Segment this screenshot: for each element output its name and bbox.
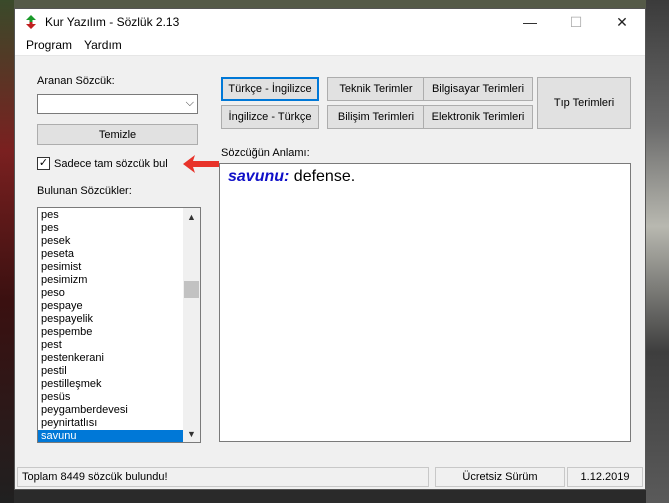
annotation-arrow-icon — [183, 155, 219, 173]
scroll-down-icon[interactable]: ▼ — [183, 425, 200, 442]
minimize-button[interactable]: — — [507, 9, 553, 35]
title-bar[interactable]: Kur Yazılım - Sözlük 2.13 — ☐ ✕ — [15, 9, 645, 35]
list-item[interactable]: pest — [38, 339, 183, 352]
list-item[interactable]: peygamberdevesi — [38, 404, 183, 417]
list-item[interactable]: peso — [38, 287, 183, 300]
tab-elektronik-terimleri[interactable]: Elektronik Terimleri — [423, 105, 533, 129]
search-combobox[interactable]: ⌵ — [37, 94, 198, 114]
scroll-thumb[interactable] — [184, 281, 199, 298]
tab-turkce-ingilizce[interactable]: Türkçe - İngilizce — [221, 77, 319, 101]
tab-tip-terimleri[interactable]: Tıp Terimleri — [537, 77, 631, 129]
found-words-label: Bulunan Sözcükler: — [37, 185, 132, 197]
found-words-list[interactable]: pes pes pesek peseta pesimist pesimizm peso pes… — [37, 207, 201, 443]
list-item[interactable]: pesüs — [38, 391, 183, 404]
menu-program[interactable]: Program — [20, 38, 78, 52]
status-message: Toplam 8449 sözcük bulundu! — [17, 467, 429, 487]
meaning-definition: defense. — [289, 168, 356, 185]
status-edition: Ücretsiz Sürüm — [435, 467, 565, 487]
tab-teknik-terimler[interactable]: Teknik Terimler — [327, 77, 425, 101]
exact-match-row[interactable]: ✓ Sadece tam sözcük bul — [37, 157, 168, 170]
tab-bilisim-terimleri[interactable]: Bilişim Terimleri — [327, 105, 425, 129]
list-item[interactable]: pesimist — [38, 261, 183, 274]
status-date: 1.12.2019 — [567, 467, 643, 487]
app-logo-icon — [26, 15, 36, 29]
checkmark-icon: ✓ — [38, 157, 49, 169]
found-words-items: pes pes pesek peseta pesimist pesimizm peso pes… — [38, 209, 183, 442]
list-item[interactable]: savunu — [38, 430, 183, 442]
desktop-background — [0, 0, 669, 8]
meaning-panel[interactable]: savunu: defense. — [219, 163, 631, 442]
list-item[interactable]: pestil — [38, 365, 183, 378]
app-window: Kur Yazılım - Sözlük 2.13 — ☐ ✕ Program … — [14, 8, 646, 490]
list-item[interactable]: peseta — [38, 248, 183, 261]
exact-match-label[interactable]: Sadece tam sözcük bul — [54, 158, 168, 170]
list-item[interactable]: pestilleşmek — [38, 378, 183, 391]
list-item[interactable]: peynirtatlısı — [38, 417, 183, 430]
list-item[interactable]: pespaye — [38, 300, 183, 313]
scroll-up-icon[interactable]: ▲ — [183, 208, 200, 225]
chevron-down-icon[interactable]: ⌵ — [186, 97, 194, 110]
meaning-word: savunu: — [228, 168, 290, 185]
tab-bilgisayar-terimleri[interactable]: Bilgisayar Terimleri — [423, 77, 533, 101]
list-item[interactable]: pesimizm — [38, 274, 183, 287]
menu-bar: Program Yardım — [15, 35, 645, 56]
list-scrollbar[interactable]: ▲ ▼ — [183, 208, 200, 442]
search-label: Aranan Sözcük: — [37, 75, 115, 87]
list-item[interactable]: pes — [38, 209, 183, 222]
window-title: Kur Yazılım - Sözlük 2.13 — [45, 15, 180, 29]
desktop-background-right — [646, 0, 669, 503]
maximize-button[interactable]: ☐ — [553, 9, 599, 35]
close-button[interactable]: ✕ — [599, 9, 645, 35]
list-item[interactable]: pespembe — [38, 326, 183, 339]
meaning-label: Sözcüğün Anlamı: — [221, 147, 310, 159]
clear-button[interactable]: Temizle — [37, 124, 198, 145]
list-item[interactable]: pesek — [38, 235, 183, 248]
menu-yardim[interactable]: Yardım — [78, 38, 128, 52]
tab-ingilizce-turkce[interactable]: İngilizce - Türkçe — [221, 105, 319, 129]
exact-match-checkbox[interactable]: ✓ — [37, 157, 50, 170]
desktop-background-left — [0, 0, 14, 503]
list-item[interactable]: pes — [38, 222, 183, 235]
list-item[interactable]: pespayelik — [38, 313, 183, 326]
status-bar: Toplam 8449 sözcük bulundu! Ücretsiz Sür… — [15, 465, 645, 489]
list-item[interactable]: pestenkerani — [38, 352, 183, 365]
